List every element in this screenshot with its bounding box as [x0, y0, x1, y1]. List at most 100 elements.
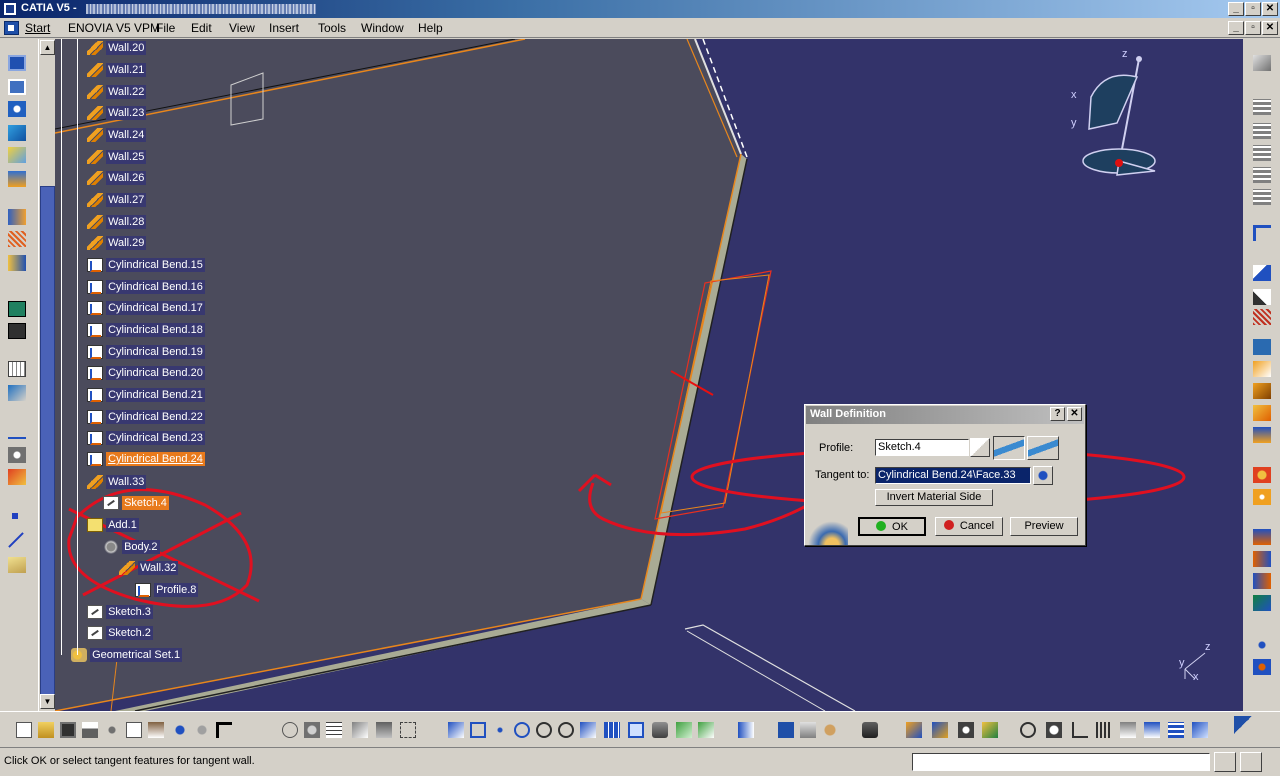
measure-between-icon[interactable] [800, 722, 816, 738]
zoom-in-icon[interactable] [536, 722, 552, 738]
walls-icon[interactable] [8, 79, 26, 95]
axis-icon[interactable] [1072, 722, 1088, 738]
tree-item[interactable]: Cylindrical Bend.18 [87, 323, 205, 339]
tree-item[interactable]: Cylindrical Bend.21 [87, 388, 205, 404]
tree-item[interactable]: Wall.28 [87, 215, 147, 231]
command-input[interactable] [912, 753, 1210, 771]
catalog-5-icon[interactable] [1253, 189, 1271, 205]
lock-icon[interactable] [376, 722, 392, 738]
hide-show-icon[interactable] [676, 722, 692, 738]
snap-icon[interactable] [8, 447, 26, 463]
multi-viewer-icon[interactable] [932, 722, 948, 738]
material-icon[interactable] [1192, 722, 1208, 738]
stamping-icon[interactable] [8, 385, 26, 401]
preview-button[interactable]: Preview [1010, 517, 1078, 536]
table-icon[interactable] [326, 722, 342, 738]
point-icon[interactable] [12, 513, 18, 519]
line-icon[interactable] [8, 532, 24, 548]
minimize-button[interactable]: _ [1228, 2, 1244, 16]
tree-item[interactable]: Cylindrical Bend.20 [87, 366, 205, 382]
capture-icon[interactable] [862, 722, 878, 738]
copy-icon[interactable] [126, 722, 142, 738]
tree-item[interactable]: Sketch.3 [87, 605, 153, 621]
invert-material-side-button[interactable]: Invert Material Side [875, 489, 993, 506]
relations-icon[interactable] [1253, 659, 1271, 675]
translation-icon[interactable] [1253, 551, 1271, 567]
tree-item[interactable]: Wall.22 [87, 85, 147, 101]
tree-item[interactable]: Sketch.2 [87, 626, 153, 642]
tangent-select-icon[interactable] [1033, 466, 1053, 485]
scroll-up-icon[interactable]: ▲ [40, 40, 55, 55]
cut-icon[interactable] [104, 722, 120, 738]
command-options-button[interactable] [1240, 752, 1262, 772]
stop-command-button[interactable] [1214, 752, 1236, 772]
compass-icon[interactable] [1075, 53, 1195, 183]
tree-item-selected[interactable]: Cylindrical Bend.24 [87, 452, 205, 468]
dxf-export-icon[interactable] [8, 323, 26, 339]
profile-field[interactable]: Sketch.4 [875, 439, 969, 456]
swap-visible-icon[interactable] [698, 722, 714, 738]
zoom-out-icon[interactable] [558, 722, 574, 738]
rotate-icon[interactable] [514, 722, 530, 738]
constraint-icon[interactable] [1253, 637, 1271, 653]
ok-button[interactable]: OK [858, 517, 926, 536]
restore-button[interactable]: ▫ [1245, 2, 1261, 16]
menu-window[interactable]: Window [361, 21, 404, 35]
scroll-thumb[interactable] [40, 186, 55, 706]
catalog-2-icon[interactable] [1253, 123, 1271, 139]
undo-icon[interactable] [172, 722, 188, 738]
rotation-icon[interactable] [1253, 573, 1271, 589]
mirror-icon[interactable] [1253, 529, 1271, 545]
redo-icon[interactable] [194, 722, 210, 738]
part-design-icon[interactable] [982, 722, 998, 738]
tree-item[interactable]: Wall.21 [87, 63, 147, 79]
layers-icon[interactable] [1120, 722, 1136, 738]
catalog-4-icon[interactable] [1253, 167, 1271, 183]
fold-icon[interactable] [8, 255, 26, 271]
menu-file[interactable]: File [156, 21, 175, 35]
tree-scrollbar[interactable]: ▲ ▼ [38, 39, 55, 711]
bending-icon[interactable] [8, 209, 26, 225]
tree-item[interactable]: Cylindrical Bend.17 [87, 301, 205, 317]
dialog-close-button[interactable]: ✕ [1067, 407, 1082, 421]
compass-lock-icon[interactable] [778, 722, 794, 738]
open-icon[interactable] [38, 722, 54, 738]
tree-item[interactable]: Wall.26 [87, 171, 147, 187]
swept-walls-icon[interactable] [8, 171, 26, 187]
tree-item[interactable]: Wall.23 [87, 106, 147, 122]
tree-item[interactable]: Wall.33 [87, 475, 147, 491]
flange-icon[interactable] [8, 125, 26, 141]
color-icon[interactable] [1144, 722, 1160, 738]
formula-icon[interactable] [258, 722, 274, 738]
scroll-down-icon[interactable]: ▼ [40, 694, 55, 709]
pan-icon[interactable] [492, 722, 508, 738]
tree-item[interactable]: Add.1 [87, 518, 139, 534]
tree-item[interactable]: Wall.24 [87, 128, 147, 144]
cutting-icon[interactable] [8, 361, 26, 377]
tree-item-selected[interactable]: Sketch.4 [103, 496, 169, 512]
plane-icon[interactable] [8, 557, 26, 573]
tree-item[interactable]: Wall.20 [87, 41, 147, 57]
views-icon[interactable] [8, 301, 26, 317]
check-icon[interactable] [958, 722, 974, 738]
knowledge-icon[interactable] [282, 722, 298, 738]
fly-mode-icon[interactable] [448, 722, 464, 738]
dialog-help-button[interactable]: ? [1050, 407, 1065, 421]
axis-system-icon[interactable] [1253, 595, 1271, 611]
extrude-direction-icon[interactable] [993, 436, 1025, 460]
catalog-icon[interactable] [1253, 99, 1271, 115]
print-icon[interactable] [82, 722, 98, 738]
refresh-icon[interactable] [1020, 722, 1036, 738]
menu-edit[interactable]: Edit [191, 21, 212, 35]
catalog-browser-icon[interactable] [352, 722, 368, 738]
fillet-icon[interactable] [1253, 489, 1271, 505]
tree-item[interactable]: Cylindrical Bend.19 [87, 345, 205, 361]
unfold-icon[interactable] [8, 231, 26, 247]
pattern-icon[interactable] [1253, 467, 1271, 483]
transformation-icon[interactable] [8, 469, 26, 485]
extrusion-icon[interactable] [8, 147, 26, 163]
inertia-icon[interactable] [822, 722, 838, 738]
paste-icon[interactable] [148, 722, 164, 738]
tree-icon[interactable] [738, 722, 754, 738]
tree-item[interactable]: Wall.29 [87, 236, 147, 252]
